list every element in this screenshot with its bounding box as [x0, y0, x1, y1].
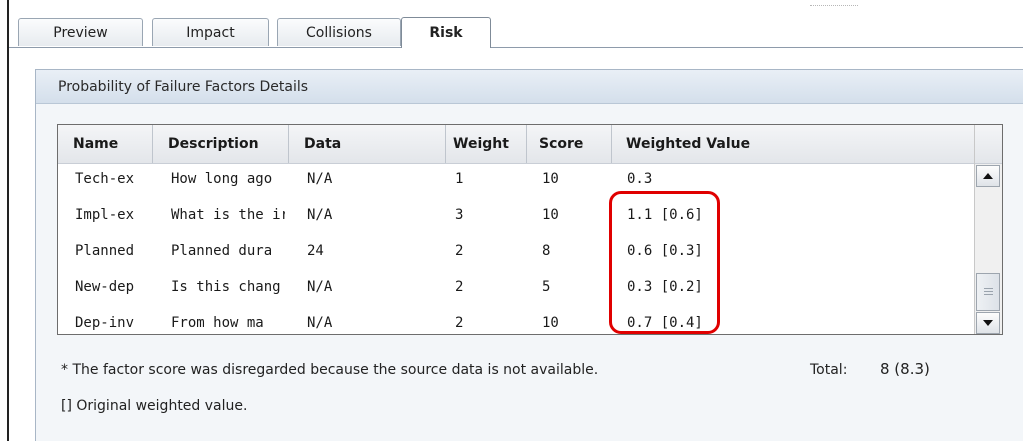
cell-description: Is this chang — [171, 279, 281, 295]
tab-collisions[interactable]: Collisions — [277, 18, 401, 46]
column-header-score[interactable]: Score — [527, 125, 612, 163]
cell-weight: 2 — [455, 243, 464, 259]
cell-name: Tech-ex — [75, 171, 135, 187]
triangle-up-icon — [983, 173, 993, 179]
tab-label: Preview — [53, 24, 108, 41]
cell-weight: 3 — [455, 207, 464, 223]
window-left-border — [7, 0, 9, 441]
tab-risk[interactable]: Risk — [401, 17, 491, 48]
column-header-name[interactable]: Name — [58, 125, 153, 163]
cell-data: N/A — [307, 315, 333, 331]
cell-data: N/A — [307, 171, 333, 187]
cell-score: 5 — [542, 279, 551, 295]
total-value: 8 (8.3) — [880, 360, 930, 378]
scrollbar-thumb[interactable] — [976, 273, 1000, 311]
column-header-description[interactable]: Description — [153, 125, 289, 163]
table-row[interactable]: Tech-ex How long ago N/A 1 10 0.3 — [58, 161, 976, 197]
table-header: Name Description Data Weight Score Weigh… — [58, 125, 976, 164]
cell-weight: 2 — [455, 279, 464, 295]
tab-label: Risk — [429, 25, 463, 41]
table-row[interactable]: New-dep Is this chang N/A 2 5 0.3 [0.2] — [58, 269, 976, 305]
cell-name: Dep-inv — [75, 315, 135, 331]
tab-baseline — [9, 47, 1023, 48]
scroll-up-button[interactable] — [976, 165, 1000, 187]
cell-data: 24 — [307, 243, 324, 259]
factors-table: Name Description Data Weight Score Weigh… — [57, 124, 1003, 335]
highlight-annotation — [609, 191, 720, 334]
cell-description: Planned dura — [171, 243, 273, 259]
top-dotted-decoration — [810, 5, 858, 7]
triangle-down-icon — [983, 320, 993, 326]
cell-description: What is the ir — [171, 207, 285, 223]
table-row[interactable]: Dep-inv From how ma N/A 2 10 0.7 [0.4] — [58, 305, 976, 341]
cell-name: New-dep — [75, 279, 135, 295]
cell-description: How long ago — [171, 171, 273, 187]
cell-weight: 2 — [455, 315, 464, 331]
tab-preview[interactable]: Preview — [18, 18, 143, 46]
total-label: Total: — [810, 362, 848, 378]
table-scrollbar[interactable] — [974, 125, 1002, 334]
disregarded-footnote: * The factor score was disregarded becau… — [61, 362, 599, 378]
column-header-weight[interactable]: Weight — [446, 125, 527, 163]
cell-data: N/A — [307, 279, 333, 295]
cell-name: Impl-ex — [75, 207, 135, 223]
original-value-legend: [] Original weighted value. — [61, 398, 248, 414]
grip-icon — [983, 288, 993, 296]
cell-data: N/A — [307, 207, 333, 223]
column-header-data[interactable]: Data — [289, 125, 446, 163]
column-header-weighted-value[interactable]: Weighted Value — [612, 125, 976, 163]
table-row[interactable]: Planned Planned dura 24 2 8 0.6 [0.3] — [58, 233, 976, 269]
cell-name: Planned — [75, 243, 135, 259]
table-row[interactable]: Impl-ex What is the ir N/A 3 10 1.1 [0.6… — [58, 197, 976, 233]
panel-title-text: Probability of Failure Factors Details — [58, 78, 309, 95]
cell-description: From how ma — [171, 315, 264, 331]
cell-score: 10 — [542, 171, 559, 187]
cell-weight: 1 — [455, 171, 464, 187]
cell-score: 10 — [542, 207, 559, 223]
tab-label: Collisions — [306, 24, 372, 41]
tab-bar: Preview Impact Collisions Risk — [9, 17, 1023, 48]
scroll-down-button[interactable] — [976, 312, 1000, 334]
panel-title: Probability of Failure Factors Details — [36, 70, 1023, 104]
cell-score: 8 — [542, 243, 551, 259]
cell-score: 10 — [542, 315, 559, 331]
tab-label: Impact — [186, 24, 235, 41]
tab-impact[interactable]: Impact — [152, 18, 269, 46]
scrollbar-header-corner — [975, 125, 1002, 164]
